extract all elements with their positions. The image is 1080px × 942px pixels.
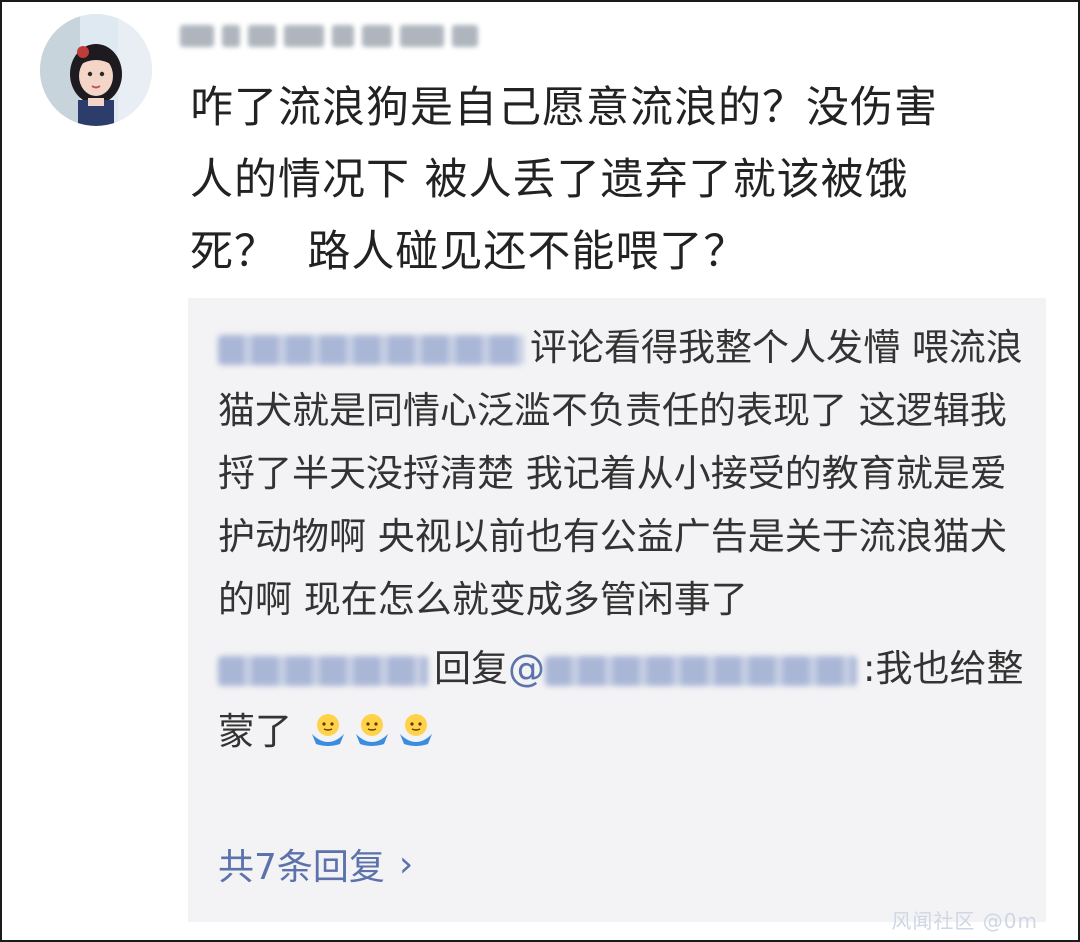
view-all-replies-button[interactable]: 共7条回复 › xyxy=(218,838,413,890)
reply-content: 评论看得我整个人发懵 喂流浪猫犬就是同情心泛滥不负责任的表现了 这逻辑我捋了半天… xyxy=(218,316,1028,763)
reply-text: 评论看得我整个人发懵 喂流浪猫犬就是同情心泛滥不负责任的表现了 这逻辑我捋了半天… xyxy=(218,326,1023,621)
comment-body: 咋了流浪狗是自己愿意流浪的？没伤害 人的情况下 被人丢了遗弃了就该被饿 死？ 路人碰… xyxy=(190,72,1050,288)
sub-reply-username-blurred[interactable] xyxy=(218,655,428,686)
shrug-emoji-icon xyxy=(396,706,436,746)
reply-username-blurred[interactable] xyxy=(218,334,524,365)
comment-line: 人的情况下 被人丢了遗弃了就该被饿 xyxy=(190,155,909,205)
chevron-right-icon: › xyxy=(398,843,414,885)
shrug-emoji-icon xyxy=(352,706,392,746)
mention-at[interactable]: @ xyxy=(508,647,545,690)
comment-card: 咋了流浪狗是自己愿意流浪的？没伤害 人的情况下 被人丢了遗弃了就该被饿 死？ 路人碰… xyxy=(0,0,1080,942)
comment-line: 咋了流浪狗是自己愿意流浪的？没伤害 xyxy=(190,83,938,133)
avatar[interactable] xyxy=(40,14,152,126)
watermark: 风闻社区 @0m xyxy=(891,909,1038,933)
comment-line: 死？ 路人碰见还不能喂了？ xyxy=(190,227,748,277)
shrug-emoji-icon xyxy=(308,706,348,746)
mentioned-username-blurred[interactable] xyxy=(545,655,857,686)
reply-section: 评论看得我整个人发懵 喂流浪猫犬就是同情心泛滥不负责任的表现了 这逻辑我捋了半天… xyxy=(188,298,1046,922)
more-replies-label: 共7条回复 xyxy=(218,847,385,888)
username-blurred[interactable] xyxy=(180,16,478,56)
reply-keyword: 回复 xyxy=(434,647,508,690)
